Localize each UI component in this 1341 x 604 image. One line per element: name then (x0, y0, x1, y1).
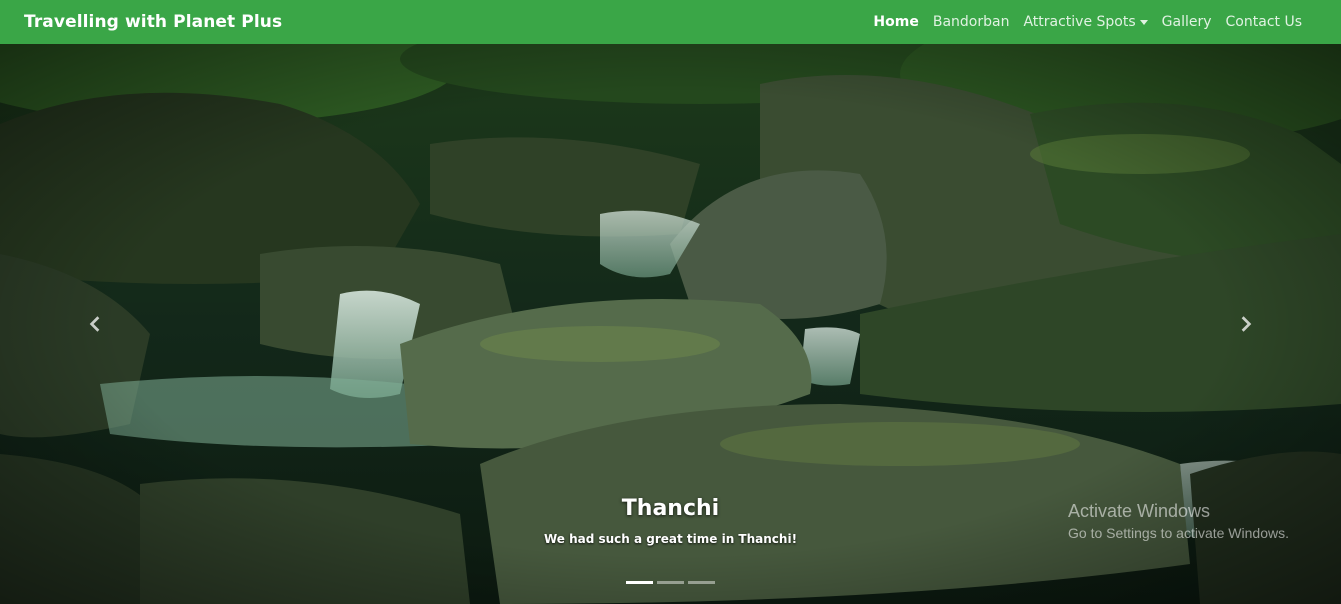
carousel-indicators (0, 581, 1341, 584)
nav-item-attractive-spots-label: Attractive Spots (1023, 14, 1136, 30)
chevron-right-icon (1241, 316, 1252, 332)
nav-item-home[interactable]: Home (866, 14, 925, 30)
chevron-left-icon (89, 316, 100, 332)
carousel-indicator-1[interactable] (626, 581, 653, 584)
brand-link[interactable]: Travelling with Planet Plus (24, 12, 282, 32)
nav-item-attractive-spots[interactable]: Attractive Spots (1016, 14, 1154, 30)
navbar: Travelling with Planet Plus Home Bandorb… (0, 0, 1341, 44)
watermark-title: Activate Windows (1068, 501, 1211, 521)
carousel-indicator-3[interactable] (688, 581, 715, 584)
activate-windows-watermark: Activate Windows Go to Settings to activ… (1068, 501, 1289, 541)
nav-item-bandorban[interactable]: Bandorban (926, 14, 1017, 30)
caret-down-icon (1139, 19, 1148, 25)
nav-item-contact-us[interactable]: Contact Us (1219, 14, 1309, 30)
nav-menu: Home Bandorban Attractive Spots Gallery … (866, 14, 1309, 30)
watermark-subtitle: Go to Settings to activate Windows. (1068, 525, 1289, 541)
nav-item-gallery[interactable]: Gallery (1155, 14, 1219, 30)
carousel-indicator-2[interactable] (657, 581, 684, 584)
